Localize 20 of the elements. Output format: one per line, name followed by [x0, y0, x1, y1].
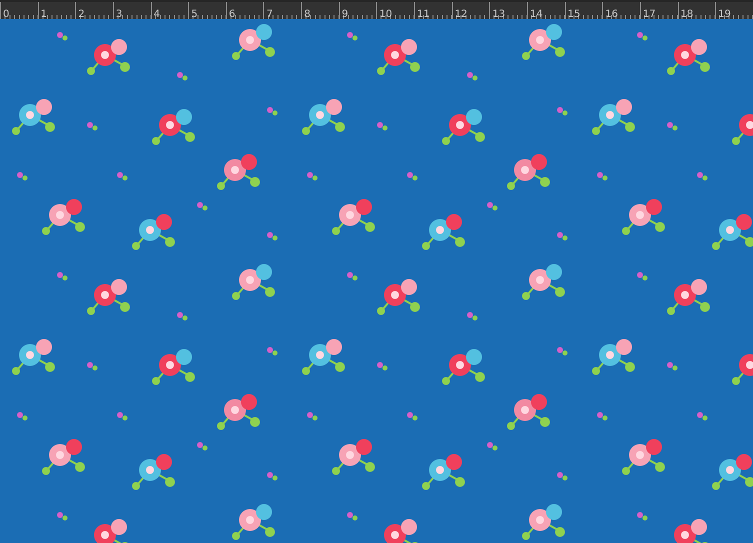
ruler-number: 13 — [492, 9, 506, 19]
ruler-number: 1 — [40, 9, 48, 19]
ruler-number: 2 — [78, 9, 85, 19]
ruler-number: 12 — [454, 9, 468, 19]
ruler-number: 5 — [191, 9, 198, 19]
ruler-number: 14 — [530, 9, 543, 19]
ruler-number: 15 — [568, 9, 580, 19]
ruler-number: 7 — [266, 9, 273, 19]
ruler-number: 4 — [154, 9, 160, 19]
ruler-number: 17 — [642, 9, 656, 19]
ruler-number: 16 — [605, 9, 618, 19]
ruler-number: 0 — [3, 9, 10, 19]
ruler-number: 19 — [718, 9, 731, 19]
ruler-number: 9 — [342, 9, 348, 19]
ruler-number: 18 — [680, 9, 694, 19]
ruler-number: 3 — [116, 9, 122, 19]
ruler-number: 10 — [379, 9, 392, 19]
ruler-number: 11 — [417, 9, 430, 19]
ruler-number: 8 — [304, 9, 310, 19]
ruler-number: 6 — [228, 9, 236, 19]
